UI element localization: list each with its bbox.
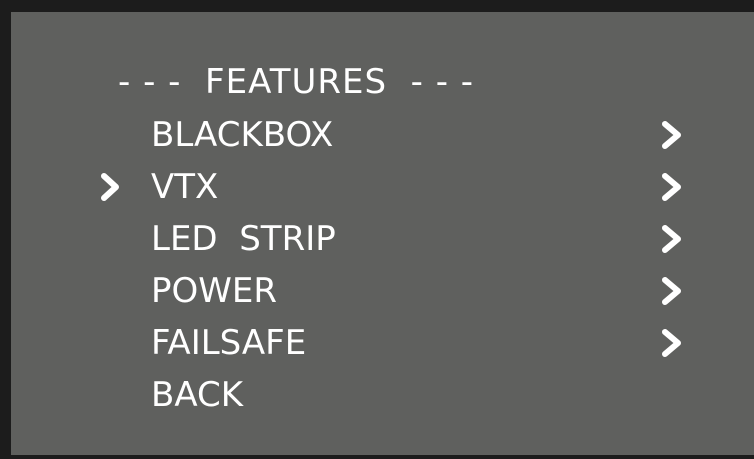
menu-title: - - - FEATURES - - -: [118, 62, 475, 102]
menu-item-blackbox[interactable]: BLACKBOX: [11, 109, 754, 161]
menu-item-label: BLACKBOX: [151, 115, 334, 155]
chevron-right-icon: [662, 173, 681, 201]
menu-item-failsafe[interactable]: FAILSAFE: [11, 317, 754, 369]
menu-item-label: POWER: [151, 271, 277, 311]
selection-cursor-icon: [101, 173, 119, 201]
menu-item-back[interactable]: BACK: [11, 369, 754, 421]
osd-screen: - - - FEATURES - - - BLACKBOX VTX LED ST…: [0, 0, 754, 459]
menu-item-power[interactable]: POWER: [11, 265, 754, 317]
chevron-right-icon: [662, 277, 681, 305]
menu-item-label: VTX: [151, 167, 219, 207]
menu-item-label: LED STRIP: [151, 219, 336, 259]
chevron-right-icon: [662, 121, 681, 149]
menu-item-vtx[interactable]: VTX: [11, 161, 754, 213]
menu-item-led-strip[interactable]: LED STRIP: [11, 213, 754, 265]
menu-item-label: FAILSAFE: [151, 323, 307, 363]
chevron-right-icon: [662, 225, 681, 253]
chevron-right-icon: [662, 329, 681, 357]
menu-item-label: BACK: [151, 375, 244, 415]
